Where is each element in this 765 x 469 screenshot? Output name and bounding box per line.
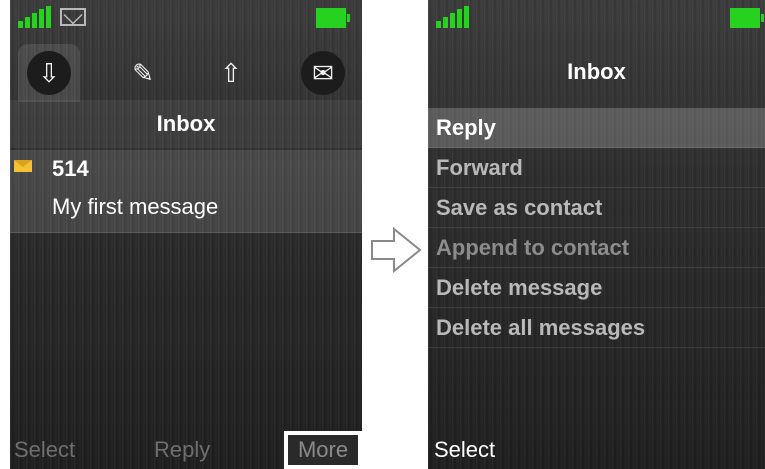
outbox-upload-icon: ⇧ (220, 58, 242, 88)
menu-item-forward[interactable]: Forward (428, 148, 765, 188)
signal-bars-icon (18, 6, 58, 28)
reply-softkey[interactable]: Reply (154, 437, 210, 463)
more-softkey[interactable]: More (284, 431, 362, 469)
signal-bars-icon (436, 6, 476, 28)
pencil-note-icon: ✎ (132, 58, 154, 88)
select-softkey[interactable]: Select (14, 437, 75, 463)
select-softkey[interactable]: Select (434, 437, 495, 463)
page-title: Inbox (10, 100, 362, 148)
inbox-screen: ⇩ ✎ ⇧ ✉ Inbox 514 My first message Selec… (10, 0, 362, 469)
tab-outbox[interactable]: ⇧ (200, 44, 262, 102)
page-title: Inbox (567, 59, 626, 84)
tab-inbox[interactable]: ⇩ (18, 44, 80, 102)
unread-envelope-icon (14, 160, 32, 172)
message-settings-icon: ✉ (301, 51, 345, 95)
arrow-right-icon (371, 226, 422, 274)
options-menu-screen: Inbox Reply Forward Save as contact Appe… (428, 0, 765, 469)
menu-item-append-to-contact[interactable]: Append to contact (428, 228, 765, 268)
menu-item-delete-all-messages[interactable]: Delete all messages (428, 308, 765, 348)
menu-item-save-as-contact[interactable]: Save as contact (428, 188, 765, 228)
options-menu: Reply Forward Save as contact Append to … (428, 108, 765, 348)
menu-item-delete-message[interactable]: Delete message (428, 268, 765, 308)
battery-full-icon (316, 8, 350, 28)
tab-bar: ⇩ ✎ ⇧ ✉ (10, 44, 362, 102)
tab-settings[interactable]: ✉ (292, 44, 354, 102)
battery-full-icon (730, 8, 764, 28)
message-preview: My first message (52, 194, 219, 219)
softkey-bar: Select Reply More (10, 429, 362, 469)
envelope-icon (60, 8, 86, 26)
message-sender: 514 (52, 156, 89, 181)
message-list-item[interactable]: 514 My first message (10, 150, 362, 233)
inbox-download-icon: ⇩ (27, 51, 71, 95)
tab-write[interactable]: ✎ (112, 44, 174, 102)
menu-item-reply[interactable]: Reply (428, 108, 765, 148)
